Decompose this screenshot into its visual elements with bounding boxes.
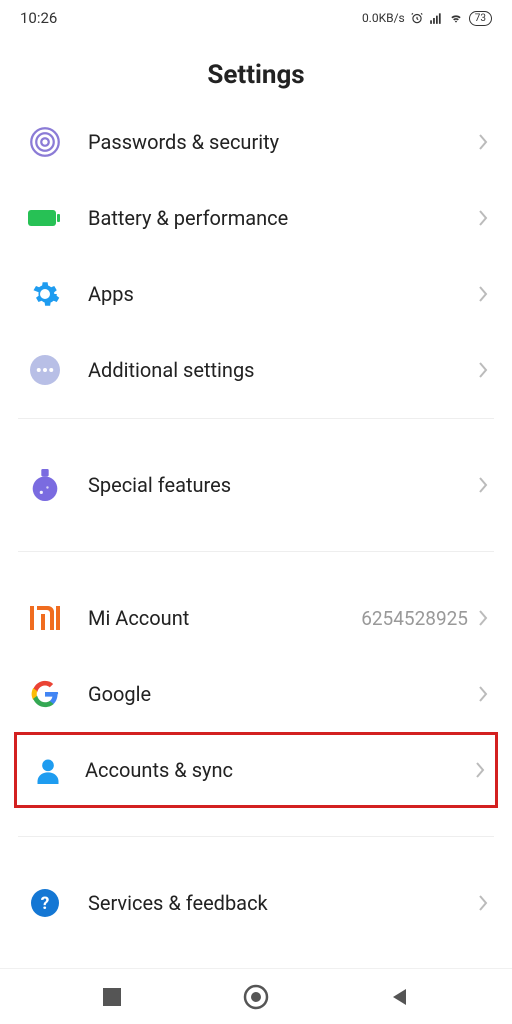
google-logo-icon (24, 680, 66, 708)
settings-item-passwords-security[interactable]: Passwords & security (0, 104, 512, 180)
settings-item-mi-account[interactable]: Mi Account 6254528925 (0, 580, 512, 656)
chevron-right-icon (478, 209, 488, 227)
touch-icon (24, 127, 66, 157)
settings-item-label: Accounts & sync (85, 758, 475, 782)
settings-item-label: Additional settings (88, 358, 478, 382)
signal-icon (429, 11, 443, 25)
chevron-right-icon (478, 894, 488, 912)
status-time: 10:26 (20, 9, 57, 27)
nav-back-button[interactable] (328, 987, 472, 1007)
settings-item-apps[interactable]: Apps (0, 256, 512, 332)
battery-icon (24, 208, 66, 228)
settings-item-value: 6254528925 (361, 607, 468, 630)
chevron-right-icon (478, 285, 488, 303)
chevron-right-icon (475, 761, 485, 779)
dots-icon (24, 355, 66, 385)
settings-item-label: Passwords & security (88, 130, 478, 154)
settings-item-label: Battery & performance (88, 206, 478, 230)
settings-item-label: Services & feedback (88, 891, 478, 915)
status-bar: 10:26 0.0KB/s 73 (0, 0, 512, 36)
alarm-icon (410, 11, 424, 25)
settings-item-label: Special features (88, 473, 478, 497)
nav-recents-button[interactable] (40, 988, 184, 1006)
settings-item-google[interactable]: Google (0, 656, 512, 732)
settings-list: Passwords & security Battery & performan… (0, 104, 512, 941)
chevron-right-icon (478, 133, 488, 151)
gear-icon (24, 279, 66, 309)
help-icon: ? (24, 889, 66, 917)
settings-item-accounts-sync[interactable]: Accounts & sync (14, 732, 498, 808)
settings-item-additional-settings[interactable]: Additional settings (0, 332, 512, 408)
chevron-right-icon (478, 685, 488, 703)
settings-item-label: Google (88, 682, 478, 706)
chevron-right-icon (478, 476, 488, 494)
mi-logo-icon (24, 606, 66, 630)
chevron-right-icon (478, 361, 488, 379)
settings-item-services-feedback[interactable]: ? Services & feedback (0, 865, 512, 941)
settings-item-special-features[interactable]: Special features (0, 447, 512, 523)
settings-item-battery-performance[interactable]: Battery & performance (0, 180, 512, 256)
battery-indicator: 73 (469, 11, 492, 26)
page-title: Settings (0, 60, 512, 90)
nav-home-button[interactable] (184, 984, 328, 1010)
settings-item-label: Mi Account (88, 606, 361, 630)
person-icon (27, 756, 69, 784)
status-indicators: 0.0KB/s 73 (362, 11, 492, 26)
wifi-icon (448, 11, 464, 25)
status-data-rate: 0.0KB/s (362, 11, 405, 25)
settings-item-label: Apps (88, 282, 478, 306)
svg-text:?: ? (41, 894, 50, 914)
potion-icon (24, 469, 66, 501)
chevron-right-icon (478, 609, 488, 627)
navigation-bar (0, 968, 512, 1024)
